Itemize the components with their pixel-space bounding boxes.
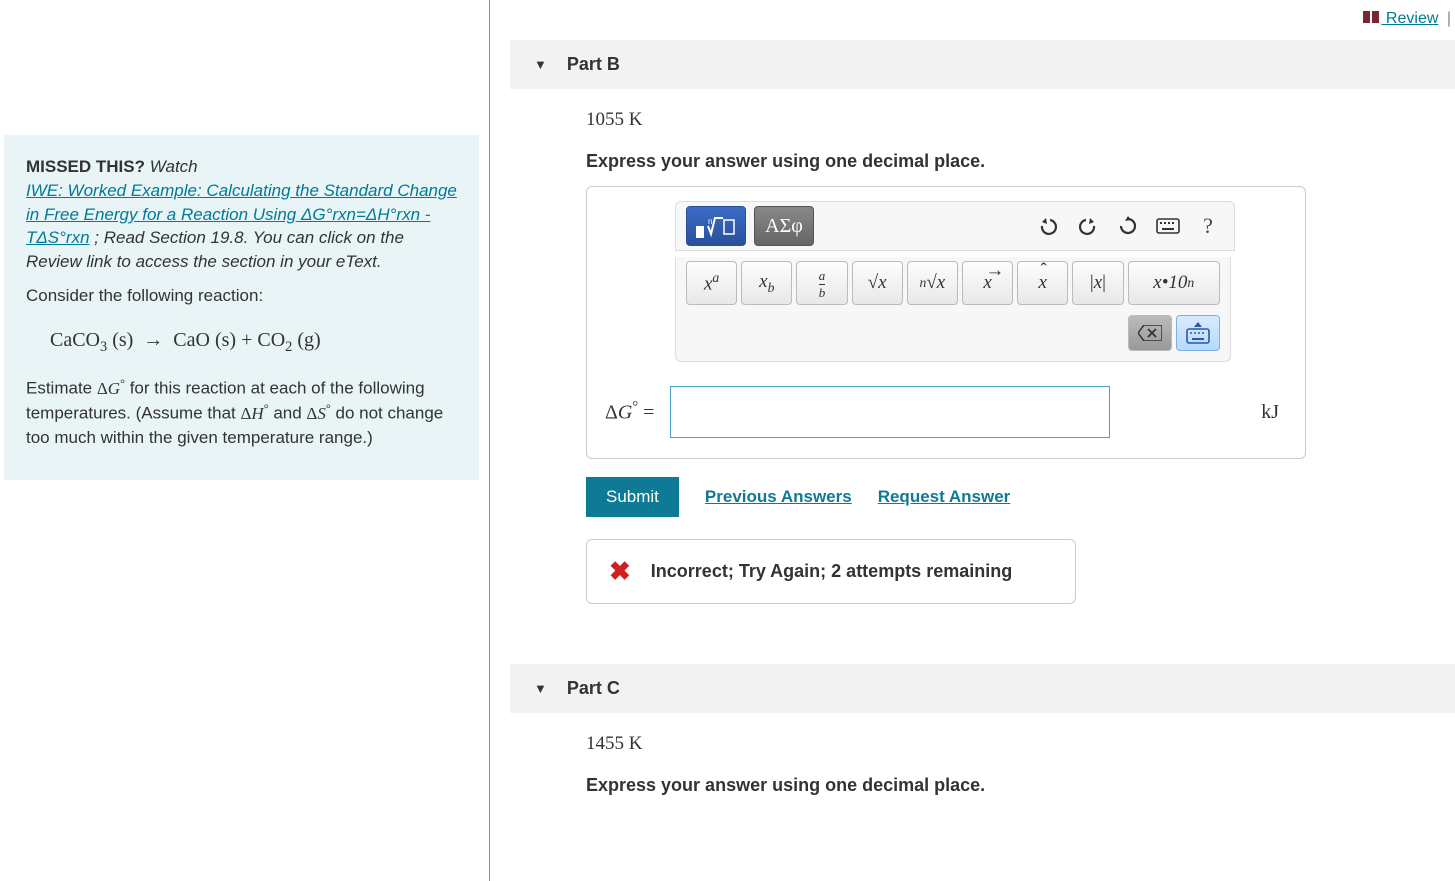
undo-icon[interactable] [1032,210,1064,242]
part-b-body: 1055 K Express your answer using one dec… [510,89,1455,624]
separator: | [1447,10,1451,27]
sqrt-button[interactable]: √x [852,261,903,305]
part-c-title: Part C [567,678,620,699]
toolbar-main: n ΑΣφ ? [675,201,1235,251]
greek-button[interactable]: ΑΣφ [754,206,814,246]
nthroot-button[interactable]: n√x [907,261,958,305]
incorrect-icon: ✖ [609,556,631,587]
part-b-instruction: Express your answer using one decimal pl… [586,151,1455,172]
templates-button[interactable]: n [686,206,746,246]
feedback-message: Incorrect; Try Again; 2 attempts remaini… [651,561,1012,582]
answer-panel: Review | ▼ Part B 1055 K Express your an… [490,0,1455,881]
collapse-icon: ▼ [534,681,547,696]
part-b-title: Part B [567,54,620,75]
answer-unit: kJ [1261,401,1287,424]
reaction-equation: CaCO3 (s) → CaO (s) + CO2 (g) [26,318,457,365]
answer-lhs: ΔG° = [605,399,654,425]
part-c-instruction: Express your answer using one decimal pl… [586,775,1455,796]
subscript-button[interactable]: xb [741,261,792,305]
estimate-text: Estimate ΔG° for this reaction at each o… [26,375,457,450]
review-link[interactable]: Review [1363,10,1438,27]
missed-label: MISSED THIS? [26,157,145,176]
keyboard-icon[interactable] [1152,210,1184,242]
part-c-temperature: 1455 K [586,733,1455,755]
problem-statement-panel: MISSED THIS? Watch IWE: Worked Example: … [0,0,490,881]
math-palette: xa xb ab √x n√x →x ˆx |x| x•10n [675,257,1231,309]
book-icon [1363,10,1379,28]
previous-answers-link[interactable]: Previous Answers [705,487,852,507]
request-answer-link[interactable]: Request Answer [878,487,1011,507]
consider-text: Consider the following reaction: [26,284,457,308]
submit-button[interactable]: Submit [586,477,679,517]
fraction-button[interactable]: ab [796,261,847,305]
vector-button[interactable]: →x [962,261,1013,305]
toolbar-bottom [675,309,1231,362]
part-c-body: 1455 K Express your answer using one dec… [510,713,1455,830]
superscript-button[interactable]: xa [686,261,737,305]
part-b-temperature: 1055 K [586,109,1455,131]
answer-row: ΔG° = kJ [605,386,1287,438]
top-links: Review | [1363,10,1455,28]
collapse-icon: ▼ [534,57,547,72]
hint-box: MISSED THIS? Watch IWE: Worked Example: … [4,135,479,480]
feedback-box: ✖ Incorrect; Try Again; 2 attempts remai… [586,539,1076,604]
keyboard-shortcuts-button[interactable] [1176,315,1220,351]
part-c-header[interactable]: ▼ Part C [510,664,1455,713]
backspace-button[interactable] [1128,315,1172,351]
help-icon[interactable]: ? [1192,210,1224,242]
scientific-button[interactable]: x•10n [1128,261,1221,305]
answer-input[interactable] [670,386,1110,438]
abs-button[interactable]: |x| [1072,261,1123,305]
redo-icon[interactable] [1072,210,1104,242]
part-b-header[interactable]: ▼ Part B [510,40,1455,89]
hat-button[interactable]: ˆx [1017,261,1068,305]
svg-text:n: n [708,217,712,226]
answer-block: n ΑΣφ ? [586,186,1306,459]
reset-icon[interactable] [1112,210,1144,242]
action-row: Submit Previous Answers Request Answer [586,477,1455,517]
watch-label: Watch [150,157,198,176]
